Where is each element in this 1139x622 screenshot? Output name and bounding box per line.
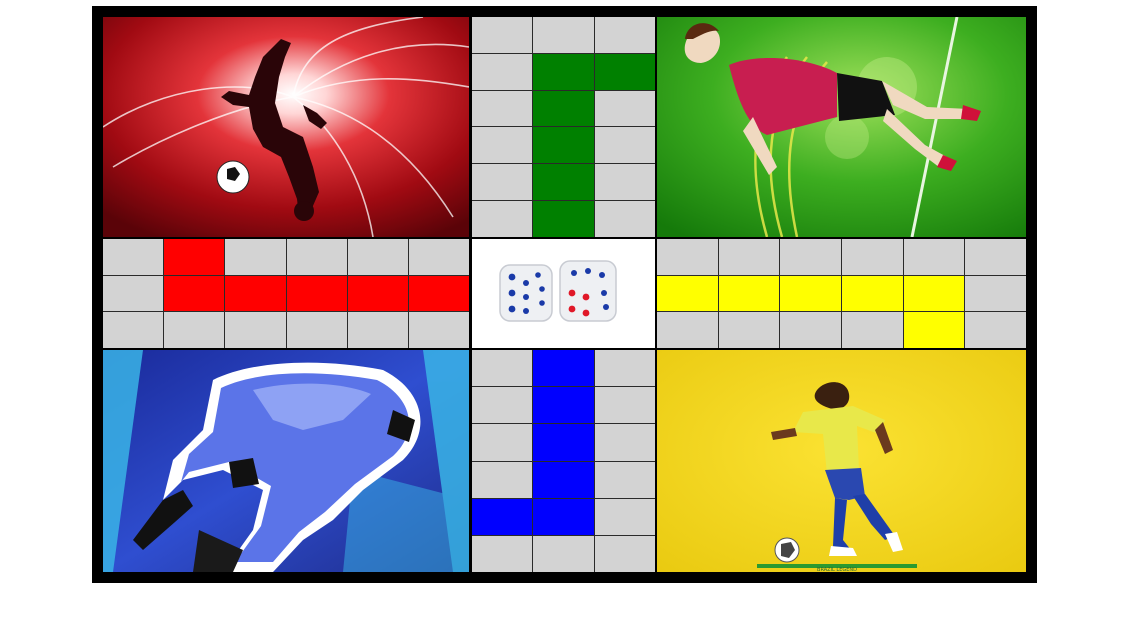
board-cell-left-13[interactable] [164,312,225,348]
board-cell-bottom-10[interactable] [533,461,594,498]
board-cell-right-0[interactable] [657,239,718,275]
board-cell-left-0[interactable] [103,239,164,275]
board-cell-bottom-1[interactable] [533,350,594,387]
board-cell-top-9[interactable] [472,127,533,164]
board-cell-bottom-6[interactable] [472,424,533,461]
bicycle-kick-player-icon [657,17,1026,237]
board-cell-bottom-4[interactable] [533,387,594,424]
board-cell-top-16[interactable] [533,201,594,237]
ludo-board: BRAZIL LEGEND [92,6,1037,583]
quadrant-bottom-right: BRAZIL LEGEND [657,350,1026,572]
board-cell-left-16[interactable] [347,312,408,348]
board-cell-right-3[interactable] [842,239,903,275]
track-left-red [103,239,469,348]
track-bottom-blue [472,350,655,572]
board-cell-top-7[interactable] [533,90,594,127]
board-cell-top-3[interactable] [472,53,533,90]
board-cell-bottom-11[interactable] [594,461,655,498]
board-cell-bottom-0[interactable] [472,350,533,387]
board-cell-right-8[interactable] [780,275,841,312]
overhead-kick-silhouette-icon [103,17,469,237]
board-cell-top-8[interactable] [594,90,655,127]
board-cell-bottom-5[interactable] [594,387,655,424]
board-cell-left-1[interactable] [164,239,225,275]
board-cell-left-6[interactable] [103,275,164,312]
board-cell-bottom-8[interactable] [594,424,655,461]
striker-comic-illustration-icon [103,350,469,572]
board-cell-top-6[interactable] [472,90,533,127]
left-die[interactable] [499,264,553,322]
board-cell-top-12[interactable] [472,164,533,201]
board-cell-right-16[interactable] [903,312,965,348]
board-cell-left-2[interactable] [225,239,286,275]
board-cell-top-14[interactable] [594,164,655,201]
board-cell-right-11[interactable] [965,275,1026,312]
quadrant-bottom-left [103,350,469,572]
board-cell-bottom-15[interactable] [472,535,533,572]
board-cell-left-3[interactable] [286,239,347,275]
board-cell-top-17[interactable] [594,201,655,237]
board-cell-bottom-14[interactable] [594,498,655,535]
board-cell-left-9[interactable] [286,275,347,312]
board-cell-right-7[interactable] [718,275,780,312]
board-cell-left-4[interactable] [347,239,408,275]
board-cell-bottom-13[interactable] [533,498,594,535]
board-cell-right-5[interactable] [965,239,1026,275]
board-cell-bottom-17[interactable] [594,535,655,572]
board-cell-top-15[interactable] [472,201,533,237]
board-cell-left-12[interactable] [103,312,164,348]
board-cell-right-2[interactable] [780,239,841,275]
quadrant-caption: BRAZIL LEGEND [817,567,857,572]
dice-pair-icon[interactable] [472,239,655,348]
board-cell-right-15[interactable] [842,312,903,348]
board-cell-left-11[interactable] [408,275,469,312]
board-center [472,239,655,348]
board-cell-bottom-3[interactable] [472,387,533,424]
track-top-green [472,17,655,237]
board-cell-left-14[interactable] [225,312,286,348]
board-cell-left-17[interactable] [408,312,469,348]
board-cell-right-13[interactable] [718,312,780,348]
board-cell-top-4[interactable] [533,53,594,90]
board-cell-left-5[interactable] [408,239,469,275]
board-cell-top-11[interactable] [594,127,655,164]
board-cell-left-7[interactable] [164,275,225,312]
right-die[interactable] [559,260,617,322]
board-cell-right-14[interactable] [780,312,841,348]
board-cell-bottom-7[interactable] [533,424,594,461]
board-cell-bottom-2[interactable] [594,350,655,387]
board-cell-left-15[interactable] [286,312,347,348]
board-cell-right-4[interactable] [903,239,965,275]
board-cell-right-10[interactable] [903,275,965,312]
board-cell-right-9[interactable] [842,275,903,312]
board-cell-top-5[interactable] [594,53,655,90]
board-cell-top-10[interactable] [533,127,594,164]
board-cell-right-17[interactable] [965,312,1026,348]
board-cell-bottom-12[interactable] [472,498,533,535]
track-right-yellow [657,239,1026,348]
board-cell-top-0[interactable] [472,17,533,53]
board-cell-top-1[interactable] [533,17,594,53]
quadrant-top-right [657,17,1026,237]
dribbling-player-icon: BRAZIL LEGEND [657,350,1026,572]
board-cell-left-8[interactable] [225,275,286,312]
board-cell-bottom-9[interactable] [472,461,533,498]
board-cell-right-12[interactable] [657,312,718,348]
board-cell-left-10[interactable] [347,275,408,312]
board-cell-top-2[interactable] [594,17,655,53]
quadrant-top-left [103,17,469,237]
board-cell-right-1[interactable] [718,239,780,275]
board-cell-right-6[interactable] [657,275,718,312]
board-cell-bottom-16[interactable] [533,535,594,572]
board-cell-top-13[interactable] [533,164,594,201]
